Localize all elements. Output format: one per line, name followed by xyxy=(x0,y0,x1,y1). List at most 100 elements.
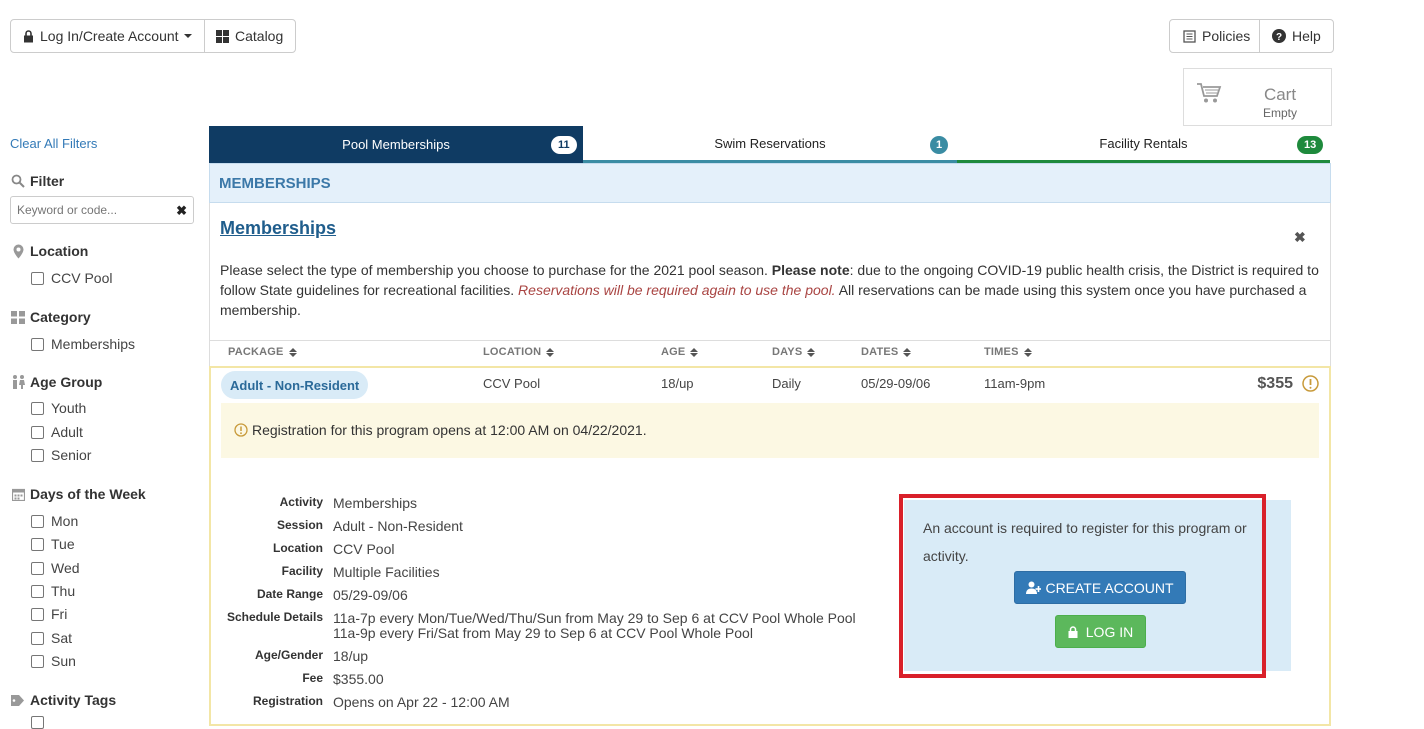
tag-icon xyxy=(10,694,26,706)
filter-option[interactable]: Sun xyxy=(31,653,76,669)
filter-option[interactable]: Tue xyxy=(31,536,75,552)
filter-option-label: Wed xyxy=(51,560,80,576)
column-label: DATES xyxy=(861,346,899,358)
tab-swim-reservations[interactable]: Swim Reservations xyxy=(583,126,957,163)
section-title[interactable]: Memberships xyxy=(220,218,336,239)
warning-circle-icon xyxy=(1302,375,1319,395)
column-label: PACKAGE xyxy=(228,346,284,358)
filter-option[interactable]: Thu xyxy=(31,583,75,599)
detail-label: Registration xyxy=(252,694,323,708)
cart-widget[interactable]: Cart Empty xyxy=(1183,68,1332,126)
checkbox[interactable] xyxy=(31,401,44,415)
question-circle-icon: ? xyxy=(1272,29,1286,43)
filter-option[interactable] xyxy=(31,716,51,729)
checkbox[interactable] xyxy=(31,716,44,729)
detail-label: Date Range xyxy=(256,587,323,601)
tab-facility-rentals[interactable]: Facility Rentals xyxy=(957,126,1330,163)
filter-label: Filter xyxy=(30,173,65,189)
package-pill[interactable]: Adult - Non-Resident xyxy=(221,371,369,399)
account-required-box: An account is required to register for t… xyxy=(904,500,1291,671)
filter-option[interactable]: Fri xyxy=(31,606,67,622)
location-heading: Location xyxy=(10,243,88,259)
category-heading: Category xyxy=(10,309,91,325)
section-header: MEMBERSHIPS xyxy=(219,175,331,192)
map-marker-icon xyxy=(10,244,26,259)
clear-search-icon[interactable]: ✖ xyxy=(176,203,187,219)
search-icon xyxy=(10,174,26,188)
detail-value: Adult - Non-Resident xyxy=(333,518,463,534)
location-label: Location xyxy=(30,243,89,259)
column-label: AGE xyxy=(661,346,686,358)
filter-option-label: Thu xyxy=(51,583,76,599)
checkbox[interactable] xyxy=(31,337,44,351)
checkbox[interactable] xyxy=(31,654,44,668)
tab-pool-memberships[interactable]: Pool Memberships xyxy=(209,126,583,163)
filter-option[interactable]: CCV Pool xyxy=(31,270,112,286)
days-heading: Days of the Week xyxy=(10,486,146,502)
policies-button[interactable]: Policies xyxy=(1169,19,1264,53)
column-header-location[interactable]: LOCATION xyxy=(483,346,555,358)
checkbox[interactable] xyxy=(31,607,44,621)
tab-label: Swim Reservations xyxy=(714,135,826,151)
filter-option[interactable]: Adult xyxy=(31,424,83,440)
login-dropdown-button[interactable]: Log In/Create Account xyxy=(10,19,205,53)
policies-label: Policies xyxy=(1202,28,1251,44)
detail-label: Fee xyxy=(302,671,323,685)
calendar-icon xyxy=(10,488,26,501)
chevron-down-icon xyxy=(183,34,192,38)
detail-label: Age/Gender xyxy=(254,648,323,662)
activity-tags-label: Activity Tags xyxy=(30,692,117,708)
age-group-heading: Age Group xyxy=(10,374,102,390)
log-in-button[interactable]: LOG IN xyxy=(1055,615,1146,648)
filter-option[interactable]: Sat xyxy=(31,630,72,646)
filter-option[interactable]: Senior xyxy=(31,447,91,463)
create-account-label: CREATE ACCOUNT xyxy=(1045,579,1174,596)
cart-title: Cart xyxy=(1263,85,1297,104)
search-field[interactable]: ✖ xyxy=(10,196,194,224)
close-icon[interactable]: ✖ xyxy=(1294,229,1306,246)
filter-option-label: Youth xyxy=(51,400,87,416)
log-in-label: LOG IN xyxy=(1085,623,1134,640)
policies-icon xyxy=(1182,29,1196,43)
people-icon xyxy=(10,375,26,389)
create-account-button[interactable]: CREATE ACCOUNT xyxy=(1014,571,1186,604)
checkbox[interactable] xyxy=(31,425,44,439)
tab-count-badge: 1 xyxy=(930,136,949,154)
user-plus-icon xyxy=(1026,581,1042,594)
column-label: TIMES xyxy=(984,346,1019,358)
column-header-days[interactable]: DAYS xyxy=(772,346,816,358)
lock-icon xyxy=(1068,625,1078,638)
checkbox[interactable] xyxy=(31,537,44,551)
checkbox[interactable] xyxy=(31,448,44,462)
checkbox[interactable] xyxy=(31,631,44,645)
filter-option-label: Memberships xyxy=(51,336,136,352)
sort-icon xyxy=(690,347,699,357)
detail-label: Location xyxy=(273,541,323,555)
filter-option[interactable]: Youth xyxy=(31,400,86,416)
cart-icon xyxy=(1196,81,1222,108)
filter-option-label: Sat xyxy=(51,630,73,646)
checkbox[interactable] xyxy=(31,561,44,575)
tab-count-badge: 11 xyxy=(551,136,577,154)
column-header-times[interactable]: TIMES xyxy=(984,346,1032,358)
tab-count-badge: 13 xyxy=(1297,136,1324,154)
column-header-dates[interactable]: DATES xyxy=(861,346,912,358)
cart-status: Empty xyxy=(1262,106,1297,120)
help-button[interactable]: ? Help xyxy=(1259,19,1334,53)
detail-value: 11a-9p every Fri/Sat from May 29 to Sep … xyxy=(333,625,753,641)
account-message: An account is required to register for t… xyxy=(923,520,1247,564)
filter-option[interactable]: Memberships xyxy=(31,336,135,352)
checkbox[interactable] xyxy=(31,584,44,598)
clear-filters-link[interactable]: Clear All Filters xyxy=(10,136,97,151)
filter-option-label: CCV Pool xyxy=(51,270,113,286)
filter-option[interactable]: Wed xyxy=(31,560,80,576)
warning-circle-icon xyxy=(234,423,248,440)
checkbox[interactable] xyxy=(31,514,44,528)
catalog-button[interactable]: Catalog xyxy=(204,19,297,53)
checkbox[interactable] xyxy=(31,271,44,285)
column-header-package[interactable]: PACKAGE xyxy=(228,346,297,358)
filter-option[interactable]: Mon xyxy=(31,513,78,529)
search-input[interactable] xyxy=(11,197,171,223)
column-header-age[interactable]: AGE xyxy=(661,346,699,358)
detail-label: Facility xyxy=(281,564,323,578)
